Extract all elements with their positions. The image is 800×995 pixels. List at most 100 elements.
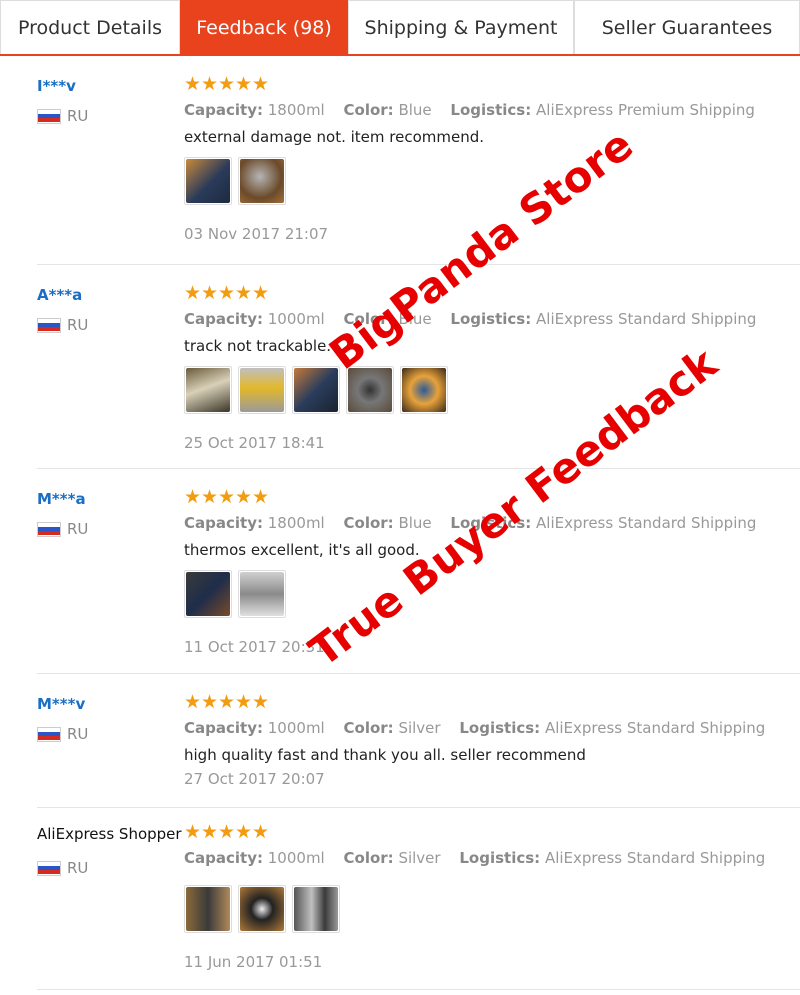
order-attributes: Capacity: 1800ml Color: Blue Logistics: … bbox=[184, 101, 794, 119]
star-icon: ★ bbox=[218, 282, 236, 304]
tab-bar: Product Details Feedback (98) Shipping &… bbox=[0, 0, 800, 56]
capacity-label: Capacity: bbox=[184, 849, 263, 867]
color-value: Blue bbox=[398, 101, 432, 119]
review-date: 11 Jun 2017 01:51 bbox=[184, 953, 323, 971]
country-code: RU bbox=[67, 107, 89, 125]
review-photo-thumbnail[interactable] bbox=[184, 157, 232, 205]
star-icon: ★ bbox=[235, 73, 253, 95]
reviewer-country: RU bbox=[37, 725, 88, 743]
country-code: RU bbox=[67, 859, 89, 877]
review-photo-thumbnail[interactable] bbox=[238, 570, 286, 618]
reviewer-name[interactable]: I***v bbox=[37, 77, 76, 95]
reviewer-country: RU bbox=[37, 520, 88, 538]
country-code: RU bbox=[67, 725, 89, 743]
logistics-value: AliExpress Standard Shipping bbox=[544, 849, 766, 867]
review-photo-thumbnail[interactable] bbox=[184, 366, 232, 414]
capacity-value: 1000ml bbox=[267, 719, 325, 737]
tab-feedback[interactable]: Feedback (98) bbox=[180, 0, 348, 54]
logistics-label: Logistics: bbox=[459, 719, 541, 737]
reviewer-country: RU bbox=[37, 859, 88, 877]
star-icon: ★ bbox=[235, 486, 253, 508]
logistics-value: AliExpress Premium Shipping bbox=[536, 101, 755, 119]
star-icon: ★ bbox=[235, 282, 253, 304]
star-rating: ★ ★ ★ ★ ★ bbox=[184, 691, 794, 713]
star-icon: ★ bbox=[235, 821, 253, 843]
review-item: I***v RU ★ ★ ★ ★ ★ Capacity: 1800ml Color: B… bbox=[37, 56, 800, 265]
capacity-label: Capacity: bbox=[184, 310, 263, 328]
reviewer-name[interactable]: M***v bbox=[37, 695, 85, 713]
capacity-label: Capacity: bbox=[184, 719, 263, 737]
review-photo-thumbnail[interactable] bbox=[184, 570, 232, 618]
country-code: RU bbox=[67, 316, 89, 334]
review-photo-thumbnail[interactable] bbox=[238, 885, 286, 933]
russia-flag-icon bbox=[37, 860, 61, 876]
review-item: AliExpress Shopper RU ★ ★ ★ ★ ★ Capacity: 10… bbox=[37, 808, 800, 990]
star-icon: ★ bbox=[235, 691, 253, 713]
capacity-value: 1800ml bbox=[267, 514, 325, 532]
order-attributes: Capacity: 1000ml Color: Silver Logistics… bbox=[184, 849, 794, 867]
star-icon: ★ bbox=[218, 73, 236, 95]
review-photo-thumbnail[interactable] bbox=[238, 366, 286, 414]
reviewer-name: AliExpress Shopper bbox=[37, 825, 182, 843]
star-rating: ★ ★ ★ ★ ★ bbox=[184, 73, 794, 95]
capacity-label: Capacity: bbox=[184, 101, 263, 119]
order-attributes: Capacity: 1000ml Color: Blue Logistics: … bbox=[184, 310, 794, 328]
review-date: 25 Oct 2017 18:41 bbox=[184, 434, 325, 452]
review-photos bbox=[184, 157, 794, 205]
star-icon: ★ bbox=[201, 73, 219, 95]
review-photo-thumbnail[interactable] bbox=[238, 157, 286, 205]
tab-shipping-payment[interactable]: Shipping & Payment bbox=[348, 0, 574, 54]
review-photo-thumbnail[interactable] bbox=[184, 885, 232, 933]
star-icon: ★ bbox=[201, 282, 219, 304]
color-value: Blue bbox=[398, 514, 432, 532]
star-icon: ★ bbox=[252, 821, 270, 843]
review-comment: external damage not. item recommend. bbox=[184, 128, 485, 146]
russia-flag-icon bbox=[37, 521, 61, 537]
capacity-label: Capacity: bbox=[184, 514, 263, 532]
review-photos bbox=[184, 570, 794, 618]
star-icon: ★ bbox=[201, 486, 219, 508]
star-icon: ★ bbox=[252, 73, 270, 95]
color-value: Silver bbox=[398, 849, 441, 867]
reviewer-name[interactable]: A***a bbox=[37, 286, 82, 304]
star-icon: ★ bbox=[184, 691, 202, 713]
tab-product-details[interactable]: Product Details bbox=[0, 0, 180, 54]
star-rating: ★ ★ ★ ★ ★ bbox=[184, 282, 794, 304]
star-icon: ★ bbox=[218, 691, 236, 713]
russia-flag-icon bbox=[37, 108, 61, 124]
review-photos bbox=[184, 885, 794, 933]
star-icon: ★ bbox=[218, 821, 236, 843]
logistics-label: Logistics: bbox=[459, 849, 541, 867]
review-comment: high quality fast and thank you all. sel… bbox=[184, 746, 586, 764]
reviewer-country: RU bbox=[37, 107, 88, 125]
order-attributes: Capacity: 1000ml Color: Silver Logistics… bbox=[184, 719, 794, 737]
star-icon: ★ bbox=[184, 486, 202, 508]
review-item: M***v RU ★ ★ ★ ★ ★ Capacity: 1000ml Color: S… bbox=[37, 674, 800, 808]
star-icon: ★ bbox=[218, 486, 236, 508]
review-photo-thumbnail[interactable] bbox=[292, 366, 340, 414]
logistics-value: AliExpress Standard Shipping bbox=[536, 514, 757, 532]
star-icon: ★ bbox=[184, 821, 202, 843]
logistics-label: Logistics: bbox=[450, 310, 532, 328]
logistics-value: AliExpress Standard Shipping bbox=[544, 719, 766, 737]
star-icon: ★ bbox=[252, 486, 270, 508]
review-photo-thumbnail[interactable] bbox=[292, 885, 340, 933]
color-value: Silver bbox=[398, 719, 441, 737]
review-date: 27 Oct 2017 20:07 bbox=[184, 770, 325, 788]
color-label: Color: bbox=[343, 514, 394, 532]
capacity-value: 1000ml bbox=[267, 310, 325, 328]
tab-seller-guarantees[interactable]: Seller Guarantees bbox=[574, 0, 800, 54]
russia-flag-icon bbox=[37, 726, 61, 742]
capacity-value: 1000ml bbox=[267, 849, 325, 867]
star-icon: ★ bbox=[252, 691, 270, 713]
color-label: Color: bbox=[343, 849, 394, 867]
color-label: Color: bbox=[343, 719, 394, 737]
reviewer-name[interactable]: M***a bbox=[37, 490, 86, 508]
russia-flag-icon bbox=[37, 317, 61, 333]
star-icon: ★ bbox=[184, 282, 202, 304]
reviewer-country: RU bbox=[37, 316, 88, 334]
capacity-value: 1800ml bbox=[267, 101, 325, 119]
color-label: Color: bbox=[343, 101, 394, 119]
star-icon: ★ bbox=[252, 282, 270, 304]
review-photo-thumbnail[interactable] bbox=[400, 366, 448, 414]
